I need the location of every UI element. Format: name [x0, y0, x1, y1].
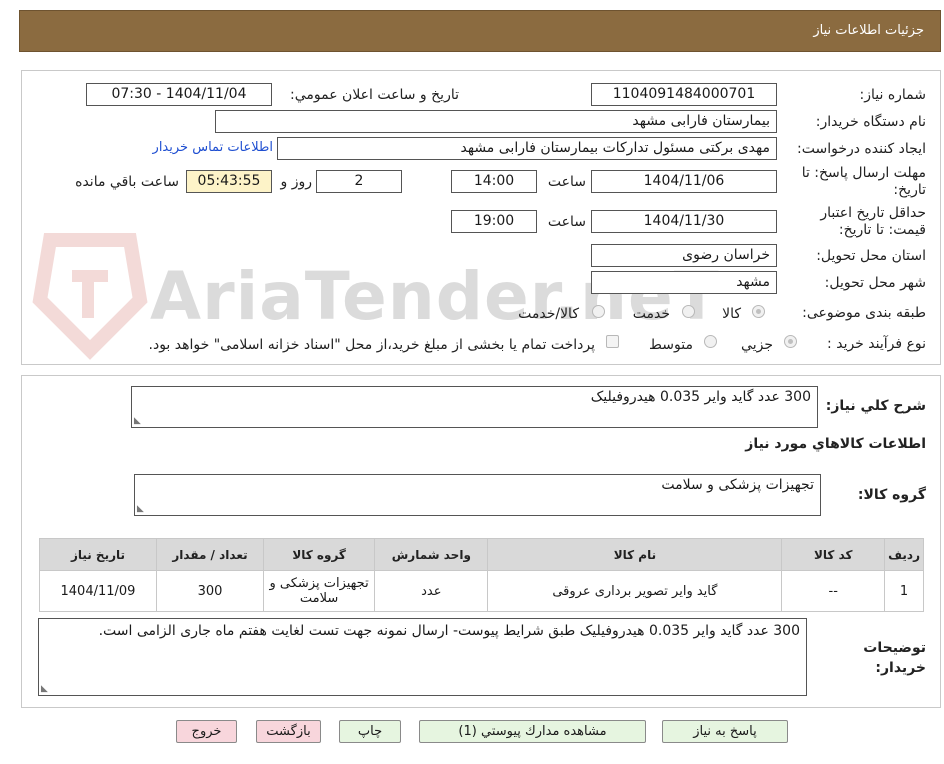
page-title: جزئیات اطلاعات نیاز [813, 23, 924, 38]
cell-qty: 300 [155, 570, 265, 612]
buyer-label: نام دستگاه خریدار: [815, 114, 926, 130]
col-code: کد کالا [781, 538, 886, 571]
col-name: نام کالا [487, 538, 783, 571]
validity-label: حداقل تاریخ اعتبار قیمت: تا تاریخ: [820, 205, 926, 238]
validity-hour-label: ساعت [547, 214, 586, 230]
col-date: تاریخ نیاز [39, 538, 157, 571]
category-both-radio[interactable] [592, 305, 605, 318]
resize-grip-icon[interactable]: ◢ [137, 504, 144, 514]
validity-date-field: 1404/11/30 [591, 210, 777, 233]
goods-table: رديف کد کالا نام کالا واحد شمارش گروه کا… [39, 538, 924, 612]
resize-grip-icon[interactable]: ◢ [41, 684, 48, 694]
view-documents-button[interactable]: مشاهده مدارك پيوستي (1) [419, 720, 646, 743]
need-number-label: شماره نیاز: [859, 87, 927, 103]
goods-group-textarea: تجهیزات پزشکی و سلامت ◢ [134, 474, 821, 516]
print-button[interactable]: چاپ [339, 720, 401, 743]
category-service-label: خدمت [632, 306, 670, 322]
goods-group-label: گروه کالا: [857, 487, 926, 503]
validity-time-field: 19:00 [451, 210, 537, 233]
cell-name: گاید وایر تصویر برداری عروقی [487, 570, 783, 612]
category-service-radio[interactable] [682, 305, 695, 318]
buyer-field: بیمارستان فارابی مشهد [215, 110, 777, 133]
col-group: گروه کالا [262, 538, 376, 571]
table-row: 1 -- گاید وایر تصویر برداری عروقی عدد تج… [39, 570, 924, 612]
goods-group-text: تجهیزات پزشکی و سلامت [661, 477, 814, 493]
summary-textarea: 300 عدد گاید وایر 0.035 هیدروفیلیک ◢ [131, 386, 818, 428]
category-goods-label: کالا [722, 306, 741, 322]
days-label: روز و [280, 174, 313, 190]
category-label: طبقه بندی موضوعی: [802, 305, 926, 321]
table-header-row: رديف کد کالا نام کالا واحد شمارش گروه کا… [39, 538, 924, 571]
deadline-date-field: 1404/11/06 [591, 170, 777, 193]
resize-grip-icon[interactable]: ◢ [134, 416, 141, 426]
deadline-label: مهلت ارسال پاسخ: تا تاریخ: [801, 165, 926, 198]
announce-label: تاریخ و ساعت اعلان عمومي: [290, 87, 459, 103]
creator-label: ایجاد کننده درخواست: [797, 141, 926, 157]
city-field: مشهد [591, 271, 777, 294]
cell-row: 1 [884, 570, 924, 612]
col-unit: واحد شمارش [374, 538, 489, 571]
process-medium-label: متوسط [649, 337, 693, 353]
need-number-field: 1104091484000701 [591, 83, 777, 106]
buyer-contact-link[interactable]: اطلاعات تماس خریدار [153, 140, 273, 155]
deadline-hour-label: ساعت [547, 174, 586, 190]
deadline-time-field: 14:00 [451, 170, 537, 193]
category-goods-radio[interactable] [752, 305, 765, 318]
col-qty: تعداد / مقدار [155, 538, 265, 571]
city-label: شهر محل تحویل: [824, 275, 926, 291]
cell-code: -- [781, 570, 886, 612]
back-button[interactable]: بازگشت [256, 720, 321, 743]
buyer-notes-text: 300 عدد گاید وایر 0.035 هیدروفیلیک طبق ش… [98, 623, 800, 639]
cell-group: تجهیزات پزشکی و سلامت [262, 570, 376, 612]
remaining-time-field: 05:43:55 [186, 170, 272, 193]
process-medium-radio[interactable] [704, 335, 717, 348]
treasury-payment-note: پرداخت تمام یا بخشی از مبلغ خرید،از محل … [148, 337, 595, 353]
cell-date: 1404/11/09 [39, 570, 157, 612]
process-label: نوع فرآیند خرید : [827, 336, 926, 352]
announce-field: 1404/11/04 - 07:30 [86, 83, 272, 106]
cell-unit: عدد [374, 570, 489, 612]
buyer-notes-label: توضيحات خريدار: [863, 640, 926, 676]
goods-heading: اطلاعات کالاهاي مورد نياز [745, 436, 926, 452]
province-field: خراسان رضوی [591, 244, 777, 267]
exit-button[interactable]: خروج [176, 720, 237, 743]
process-minor-radio[interactable] [784, 335, 797, 348]
treasury-payment-checkbox[interactable] [606, 335, 619, 348]
creator-field: مهدی برکتی مسئول تداركات بیمارستان فاراب… [277, 137, 777, 160]
days-field: 2 [316, 170, 402, 193]
reply-button[interactable]: پاسخ به نياز [662, 720, 788, 743]
process-minor-label: جزیي [741, 337, 773, 353]
remaining-label: ساعت باقي مانده [75, 174, 179, 190]
buyer-notes-textarea: 300 عدد گاید وایر 0.035 هیدروفیلیک طبق ش… [38, 618, 807, 696]
col-row: رديف [884, 538, 924, 571]
category-both-label: کالا/خدمت [518, 306, 579, 322]
summary-label: شرح كلي نياز: [825, 398, 926, 414]
summary-text: 300 عدد گاید وایر 0.035 هیدروفیلیک [590, 389, 811, 405]
province-label: استان محل تحویل: [816, 248, 926, 264]
page-header: جزئیات اطلاعات نیاز [19, 10, 941, 52]
